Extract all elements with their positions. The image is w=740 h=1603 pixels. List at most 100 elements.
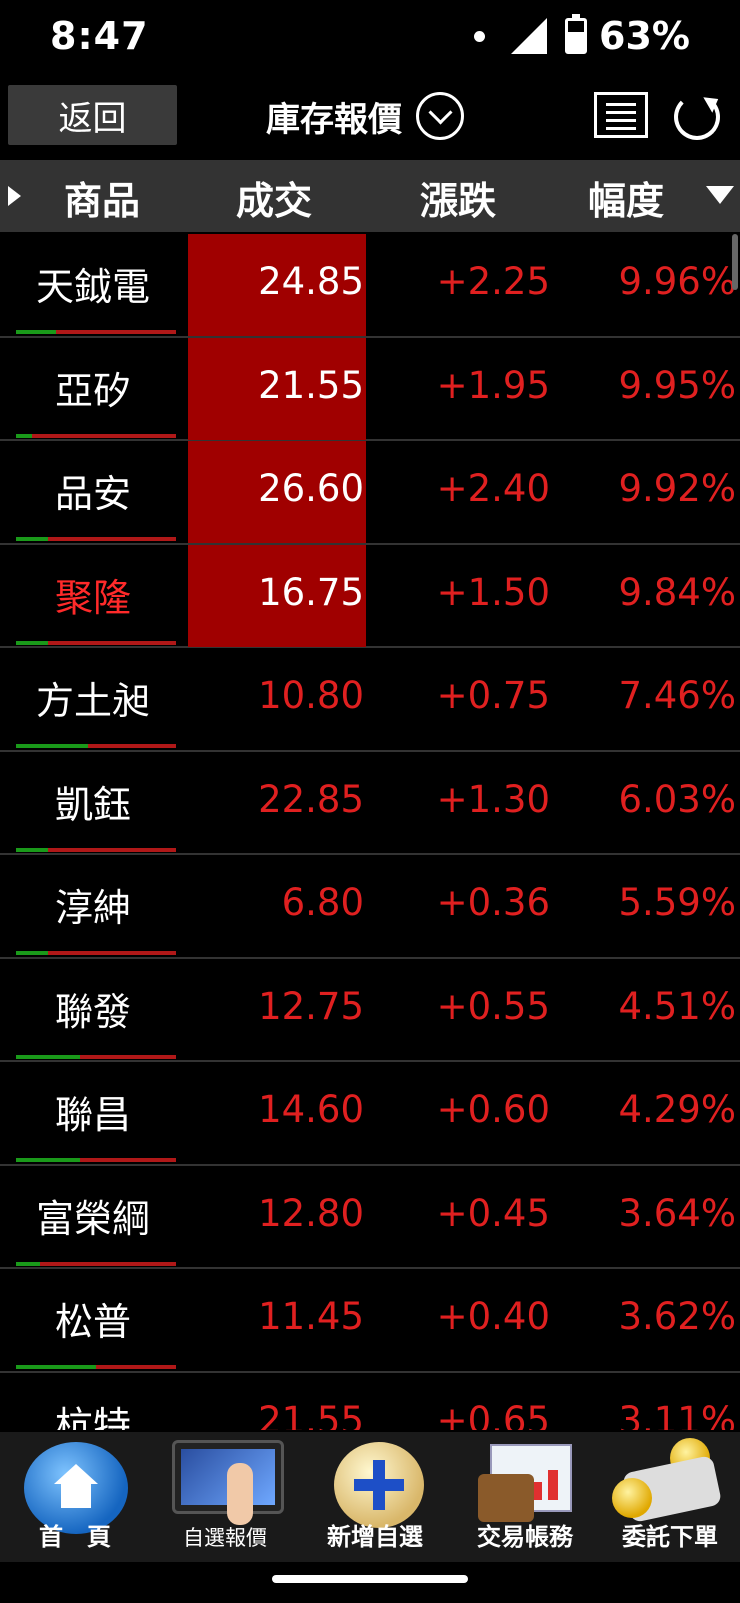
home-gesture-bar[interactable] <box>272 1575 468 1583</box>
ratio-red <box>48 847 176 852</box>
buy-sell-ratio-bar <box>16 1054 176 1059</box>
ratio-green <box>16 537 48 541</box>
price-cell: 12.75 <box>188 959 366 1061</box>
stock-change-pct: 4.29% <box>618 1088 736 1131</box>
app-header: 返回 庫存報價 <box>0 80 740 158</box>
stock-change-pct: 3.62% <box>618 1295 736 1338</box>
tablet-chart-icon <box>172 1440 284 1525</box>
table-row[interactable]: 富榮綱 12.80 +0.45 3.64% <box>0 1166 740 1269</box>
stock-change-pct: 9.96% <box>618 260 736 303</box>
ratio-green <box>16 330 56 334</box>
nav-home[interactable]: 首 頁 <box>0 1432 150 1562</box>
buy-sell-ratio-bar <box>16 1261 176 1266</box>
chevron-down-icon[interactable] <box>416 92 464 140</box>
stock-change-pct: 3.64% <box>618 1191 736 1235</box>
plus-icon <box>334 1442 424 1528</box>
stock-change-pct: 9.95% <box>618 363 736 407</box>
buy-sell-ratio-bar <box>16 847 176 852</box>
title-dropdown[interactable]: 庫存報價 <box>266 88 464 144</box>
stock-change-pct: 3.11% <box>618 1398 736 1431</box>
stock-change: +2.40 <box>436 467 550 510</box>
table-row[interactable]: 淳紳 6.80 +0.36 5.59% <box>0 855 740 959</box>
expand-left-icon[interactable] <box>8 186 21 206</box>
table-row[interactable]: 杭特 21.55 +0.65 3.11% <box>0 1373 740 1431</box>
table-row[interactable]: 亞矽 21.55 +1.95 9.95% <box>0 337 740 441</box>
stock-price: 14.60 <box>258 1088 364 1131</box>
buy-sell-ratio-bar <box>16 1365 176 1369</box>
table-row[interactable]: 方土昶 10.80 +0.75 7.46% <box>0 648 740 752</box>
table-row[interactable]: 品安 26.60 +2.40 9.92% <box>0 441 740 545</box>
stock-change: +1.95 <box>436 363 550 407</box>
refresh-icon[interactable] <box>674 94 720 140</box>
column-name[interactable]: 商品 <box>64 170 140 225</box>
stock-name: 聚隆 <box>54 575 131 620</box>
buy-sell-ratio-bar <box>16 433 176 438</box>
price-cell: 11.45 <box>188 1269 366 1371</box>
battery-percent: 63% <box>599 14 690 58</box>
price-cell: 21.55 <box>188 337 366 440</box>
table-row[interactable]: 聯昌 14.60 +0.60 4.29% <box>0 1062 740 1166</box>
stock-price: 24.85 <box>258 260 364 303</box>
ratio-red <box>80 1054 176 1059</box>
ratio-green <box>16 1054 80 1059</box>
buy-sell-ratio-bar <box>16 1158 176 1162</box>
menu-list-icon[interactable] <box>594 92 648 138</box>
price-cell: 21.55 <box>188 1373 366 1431</box>
column-change[interactable]: 漲跌 <box>420 170 496 225</box>
ratio-green <box>16 951 48 955</box>
stock-price: 16.75 <box>258 570 364 614</box>
buy-sell-ratio-bar <box>16 330 176 334</box>
order-coins-icon <box>610 1438 728 1524</box>
scrollbar[interactable] <box>732 234 738 290</box>
stock-change-pct: 9.92% <box>618 467 736 510</box>
ratio-red <box>48 537 176 541</box>
ratio-green <box>16 640 48 645</box>
table-row[interactable]: 凱鈺 22.85 +1.30 6.03% <box>0 752 740 855</box>
nav-label: 自選報價 <box>183 1526 267 1550</box>
ratio-red <box>40 1261 176 1266</box>
column-pct[interactable]: 幅度 <box>588 170 664 225</box>
stock-price: 21.55 <box>258 363 364 407</box>
column-price[interactable]: 成交 <box>236 170 312 225</box>
ratio-red <box>48 951 176 955</box>
stock-name: 方土昶 <box>35 679 150 723</box>
stock-change-pct: 6.03% <box>618 777 736 821</box>
nav-label: 新增自選 <box>327 1523 423 1551</box>
ratio-green <box>16 1158 80 1162</box>
stock-change: +0.55 <box>436 984 550 1028</box>
table-row[interactable]: 松普 11.45 +0.40 3.62% <box>0 1269 740 1373</box>
stock-name: 天鉞電 <box>35 265 150 309</box>
stock-price: 11.45 <box>258 1295 364 1338</box>
wallet-report-icon <box>478 1444 574 1522</box>
table-row[interactable]: 聚隆 16.75 +1.50 9.84% <box>0 544 740 648</box>
stock-name: 淳紳 <box>54 886 131 930</box>
table-row[interactable]: 天鉞電 24.85 +2.25 9.96% <box>0 234 740 338</box>
price-cell: 10.80 <box>188 648 366 750</box>
ratio-green <box>16 1365 96 1369</box>
stock-name: 杭特 <box>54 1403 131 1431</box>
bottom-nav: 首 頁 自選報價 新增自選 交易帳務 委託下單 <box>0 1432 740 1562</box>
nav-add-watch[interactable]: 新增自選 <box>300 1432 450 1562</box>
price-cell: 16.75 <box>188 544 366 647</box>
buy-sell-ratio-bar <box>16 744 176 748</box>
back-button[interactable]: 返回 <box>8 85 177 145</box>
quote-list[interactable]: 天鉞電 24.85 +2.25 9.96% 亞矽 21.55 +1.95 9.95% 品安 26.… <box>0 234 740 1430</box>
stock-change: +0.40 <box>436 1295 550 1338</box>
nav-order[interactable]: 委託下單 <box>600 1432 740 1562</box>
stock-change: +1.30 <box>436 777 550 821</box>
price-cell: 26.60 <box>188 441 366 543</box>
stock-name: 凱鈺 <box>54 782 131 827</box>
stock-price: 21.55 <box>258 1398 364 1431</box>
nav-watchlist[interactable]: 自選報價 <box>150 1432 300 1562</box>
notification-dot-icon <box>474 30 486 42</box>
stock-price: 26.60 <box>258 467 364 510</box>
column-header: 商品 成交 漲跌 幅度 <box>0 160 740 232</box>
nav-account[interactable]: 交易帳務 <box>450 1432 600 1562</box>
stock-price: 12.75 <box>258 984 364 1028</box>
clock: 8:47 <box>50 14 149 58</box>
ratio-red <box>80 1158 176 1162</box>
sort-down-icon[interactable] <box>706 186 734 204</box>
stock-change: +2.25 <box>436 260 550 303</box>
signal-icon <box>511 18 548 54</box>
table-row[interactable]: 聯發 12.75 +0.55 4.51% <box>0 959 740 1062</box>
